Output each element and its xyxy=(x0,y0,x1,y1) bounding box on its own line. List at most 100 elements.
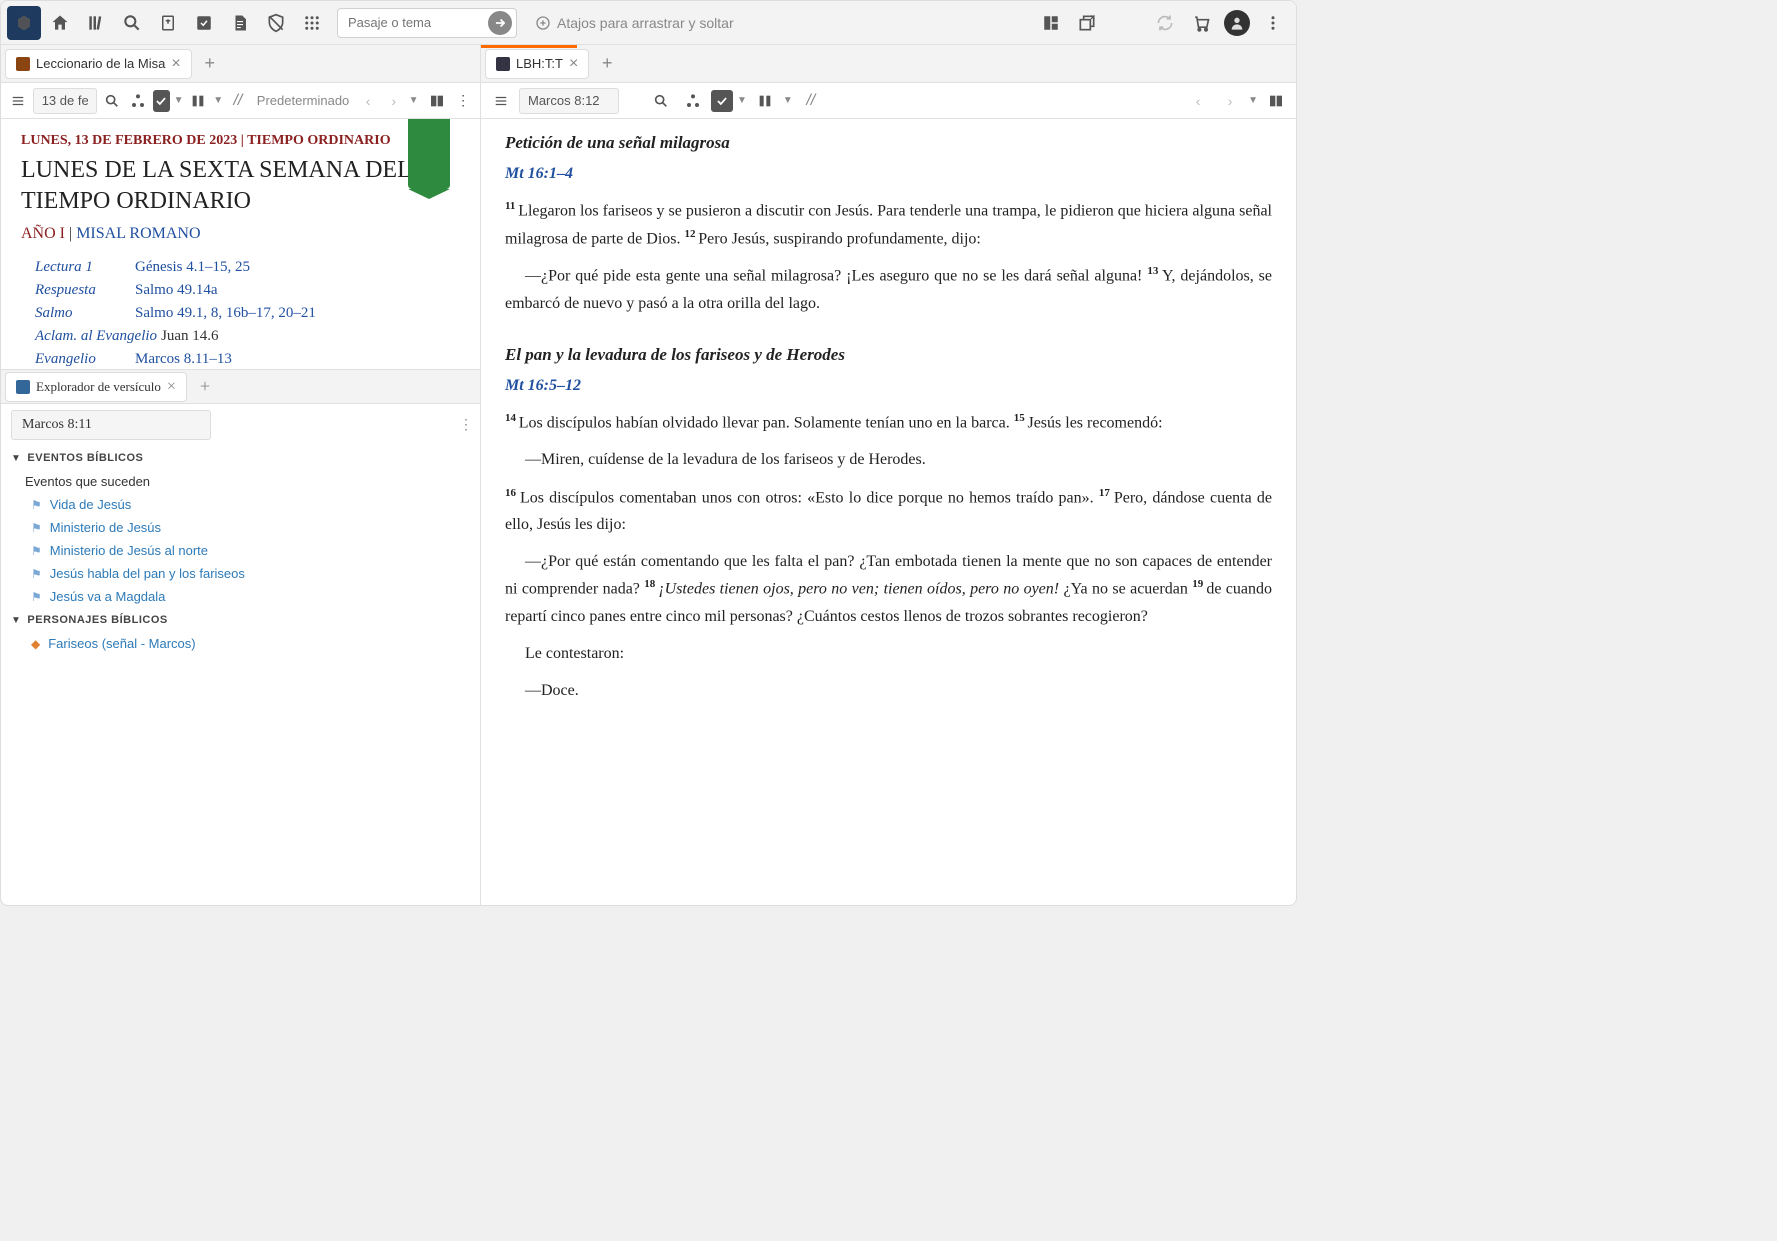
reading-link[interactable]: Juan 14.6 xyxy=(161,328,219,345)
events-section-header[interactable]: ▼EVENTOS BÍBLICOS xyxy=(1,446,480,470)
readings-list: Lectura 1Génesis 4.1–15, 25 RespuestaSal… xyxy=(21,259,460,369)
dropdown-icon[interactable]: ▼ xyxy=(409,95,419,106)
search-field[interactable] xyxy=(348,15,488,30)
slash-icon[interactable]: // xyxy=(797,87,825,115)
reading-row: RespuestaSalmo 49.14a xyxy=(35,282,460,299)
search-go-button[interactable] xyxy=(488,11,512,35)
explorer-reference-input[interactable]: Marcos 8:11 xyxy=(11,410,211,440)
paragraph: —¿Por qué están comentando que les falta… xyxy=(505,548,1272,630)
search-icon[interactable] xyxy=(101,87,123,115)
shortcuts-label: Atajos para arrastrar y soltar xyxy=(557,15,734,31)
check-box-icon[interactable] xyxy=(711,90,733,112)
person-item[interactable]: ◆Fariseos (señal - Marcos) xyxy=(1,632,480,655)
tab-explorer[interactable]: Explorador de versículo × xyxy=(5,372,187,402)
event-item[interactable]: ⚑Jesús habla del pan y los fariseos xyxy=(1,562,480,585)
people-section-header[interactable]: ▼PERSONAJES BÍBLICOS xyxy=(1,608,480,632)
add-tab-button[interactable]: + xyxy=(196,50,224,78)
reading-link[interactable]: Salmo 49.1, 8, 16b–17, 20–21 xyxy=(135,305,316,322)
reading-row: Aclam. al Evangelio Juan 14.6 xyxy=(35,328,460,345)
liturgical-banner-icon xyxy=(408,119,450,189)
passage-reference-link[interactable]: Mt 16:5–12 xyxy=(505,372,1272,399)
book-icon xyxy=(16,57,30,71)
tab-leccionario[interactable]: Leccionario de la Misa × xyxy=(5,49,192,79)
more-icon[interactable]: ⋮ xyxy=(452,417,480,434)
paragraph: —¿Por qué pide esta gente una señal mila… xyxy=(505,262,1272,317)
sync-icon[interactable] xyxy=(1148,6,1182,40)
dropdown-icon[interactable]: ▼ xyxy=(1248,95,1258,106)
layout-icon[interactable] xyxy=(1034,6,1068,40)
verse-number: 15 xyxy=(1014,412,1028,424)
flag-icon: ⚑ xyxy=(31,567,42,581)
date-line: LUNES, 13 DE FEBRERO DE 2023 | TIEMPO OR… xyxy=(21,133,460,149)
reading-link[interactable]: Marcos 8.11–13 xyxy=(135,351,232,368)
dropdown-icon[interactable]: ▼ xyxy=(213,95,223,106)
search-icon[interactable] xyxy=(647,87,675,115)
reading-link[interactable]: Génesis 4.1–15, 25 xyxy=(135,259,250,276)
nodes-icon[interactable] xyxy=(127,87,149,115)
library-icon[interactable] xyxy=(79,6,113,40)
global-search-input[interactable] xyxy=(337,8,517,38)
tab-bible[interactable]: LBH:T:T × xyxy=(485,49,589,79)
split-view-icon[interactable] xyxy=(1262,87,1290,115)
event-item[interactable]: ⚑Ministerio de Jesús xyxy=(1,516,480,539)
flag-icon: ⚑ xyxy=(31,498,42,512)
apps-grid-icon[interactable] xyxy=(295,6,329,40)
event-item[interactable]: ⚑Vida de Jesús xyxy=(1,493,480,516)
dropdown-icon[interactable]: ▼ xyxy=(174,95,184,106)
columns-icon[interactable] xyxy=(188,87,210,115)
shortcuts-drop-area[interactable]: Atajos para arrastrar y soltar xyxy=(525,15,744,31)
document-icon[interactable] xyxy=(223,6,257,40)
more-icon[interactable]: ⋮ xyxy=(452,87,474,115)
add-tab-button[interactable]: + xyxy=(593,50,621,78)
slash-icon[interactable]: // xyxy=(227,87,249,115)
close-icon[interactable]: × xyxy=(171,55,180,73)
right-tabbar: LBH:T:T × + xyxy=(481,45,1296,83)
search-icon[interactable] xyxy=(115,6,149,40)
panel-menu-icon[interactable] xyxy=(487,87,515,115)
app-logo-icon[interactable] xyxy=(7,6,41,40)
dropdown-icon[interactable]: ▼ xyxy=(783,95,793,106)
event-item[interactable]: ⚑Ministerio de Jesús al norte xyxy=(1,539,480,562)
passage-reference-link[interactable]: Mt 16:1–4 xyxy=(505,160,1272,187)
passage-title: Petición de una señal milagrosa xyxy=(505,129,1272,158)
verse-number: 13 xyxy=(1147,265,1162,277)
export-close-icon[interactable] xyxy=(1070,6,1104,40)
panel-menu-icon[interactable] xyxy=(7,87,29,115)
prev-icon[interactable]: ‹ xyxy=(1184,87,1212,115)
home-icon[interactable] xyxy=(43,6,77,40)
user-avatar[interactable] xyxy=(1220,6,1254,40)
date-input[interactable] xyxy=(33,88,97,114)
reading-link[interactable]: Salmo 49.14a xyxy=(135,282,218,299)
flag-icon: ⚑ xyxy=(31,590,42,604)
reference-input[interactable] xyxy=(519,88,619,114)
nodes-icon[interactable] xyxy=(679,87,707,115)
cart-icon[interactable] xyxy=(1184,6,1218,40)
columns-icon[interactable] xyxy=(751,87,779,115)
next-icon[interactable]: › xyxy=(383,87,405,115)
checklist-icon[interactable] xyxy=(187,6,221,40)
verse-number: 12 xyxy=(685,228,699,240)
missal-link[interactable]: MISAL ROMANO xyxy=(76,225,200,242)
dropdown-icon[interactable]: ▼ xyxy=(737,95,747,106)
explorer-tabbar: Explorador de versículo × + xyxy=(1,370,480,404)
close-icon[interactable]: × xyxy=(167,378,176,396)
verse-number: 11 xyxy=(505,200,518,212)
paragraph: 11 Llegaron los fariseos y se pusieron a… xyxy=(505,197,1272,252)
right-pane: LBH:T:T × + ▼ ▼ // ‹ › ▼ xyxy=(481,45,1296,905)
add-tab-button[interactable]: + xyxy=(191,373,219,401)
shield-off-icon[interactable] xyxy=(259,6,293,40)
bible-icon[interactable] xyxy=(151,6,185,40)
right-toolbar: ▼ ▼ // ‹ › ▼ xyxy=(481,83,1296,119)
check-box-icon[interactable] xyxy=(153,90,170,112)
active-tab-indicator xyxy=(481,45,577,48)
verse-number: 17 xyxy=(1099,487,1114,499)
reading-row: SalmoSalmo 49.1, 8, 16b–17, 20–21 xyxy=(35,305,460,322)
events-subheader: Eventos que suceden xyxy=(1,470,480,493)
flag-icon: ⚑ xyxy=(31,521,42,535)
event-item[interactable]: ⚑Jesús va a Magdala xyxy=(1,585,480,608)
split-view-icon[interactable] xyxy=(427,87,449,115)
next-icon[interactable]: › xyxy=(1216,87,1244,115)
menu-more-icon[interactable] xyxy=(1256,6,1290,40)
prev-icon[interactable]: ‹ xyxy=(357,87,379,115)
close-icon[interactable]: × xyxy=(569,55,578,73)
